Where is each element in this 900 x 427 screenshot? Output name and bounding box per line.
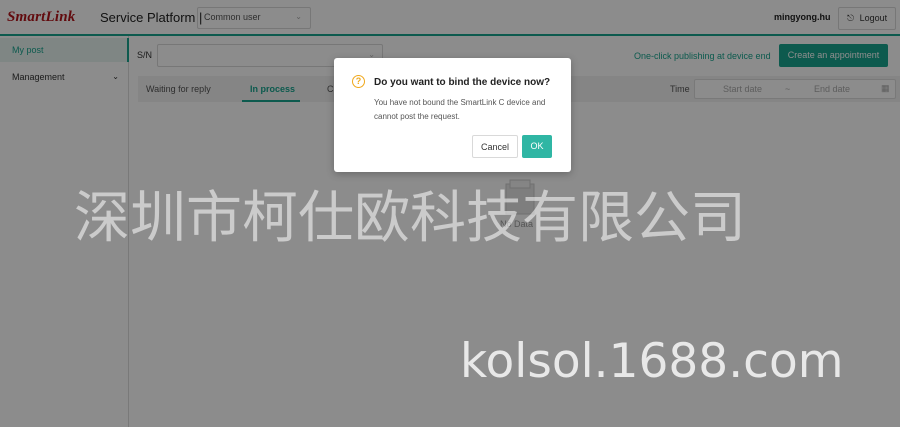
ok-button[interactable]: OK [522,135,552,158]
watermark-company: 深圳市柯仕欧科技有限公司 [74,186,746,251]
cancel-button[interactable]: Cancel [472,135,518,158]
bind-device-dialog: ? Do you want to bind the device now? Yo… [334,58,571,172]
watermark-url: kolsol.1688.com [460,334,844,389]
dialog-title: Do you want to bind the device now? [374,77,551,88]
dialog-message: You have not bound the SmartLink C devic… [374,98,546,121]
question-icon: ? [352,75,365,88]
